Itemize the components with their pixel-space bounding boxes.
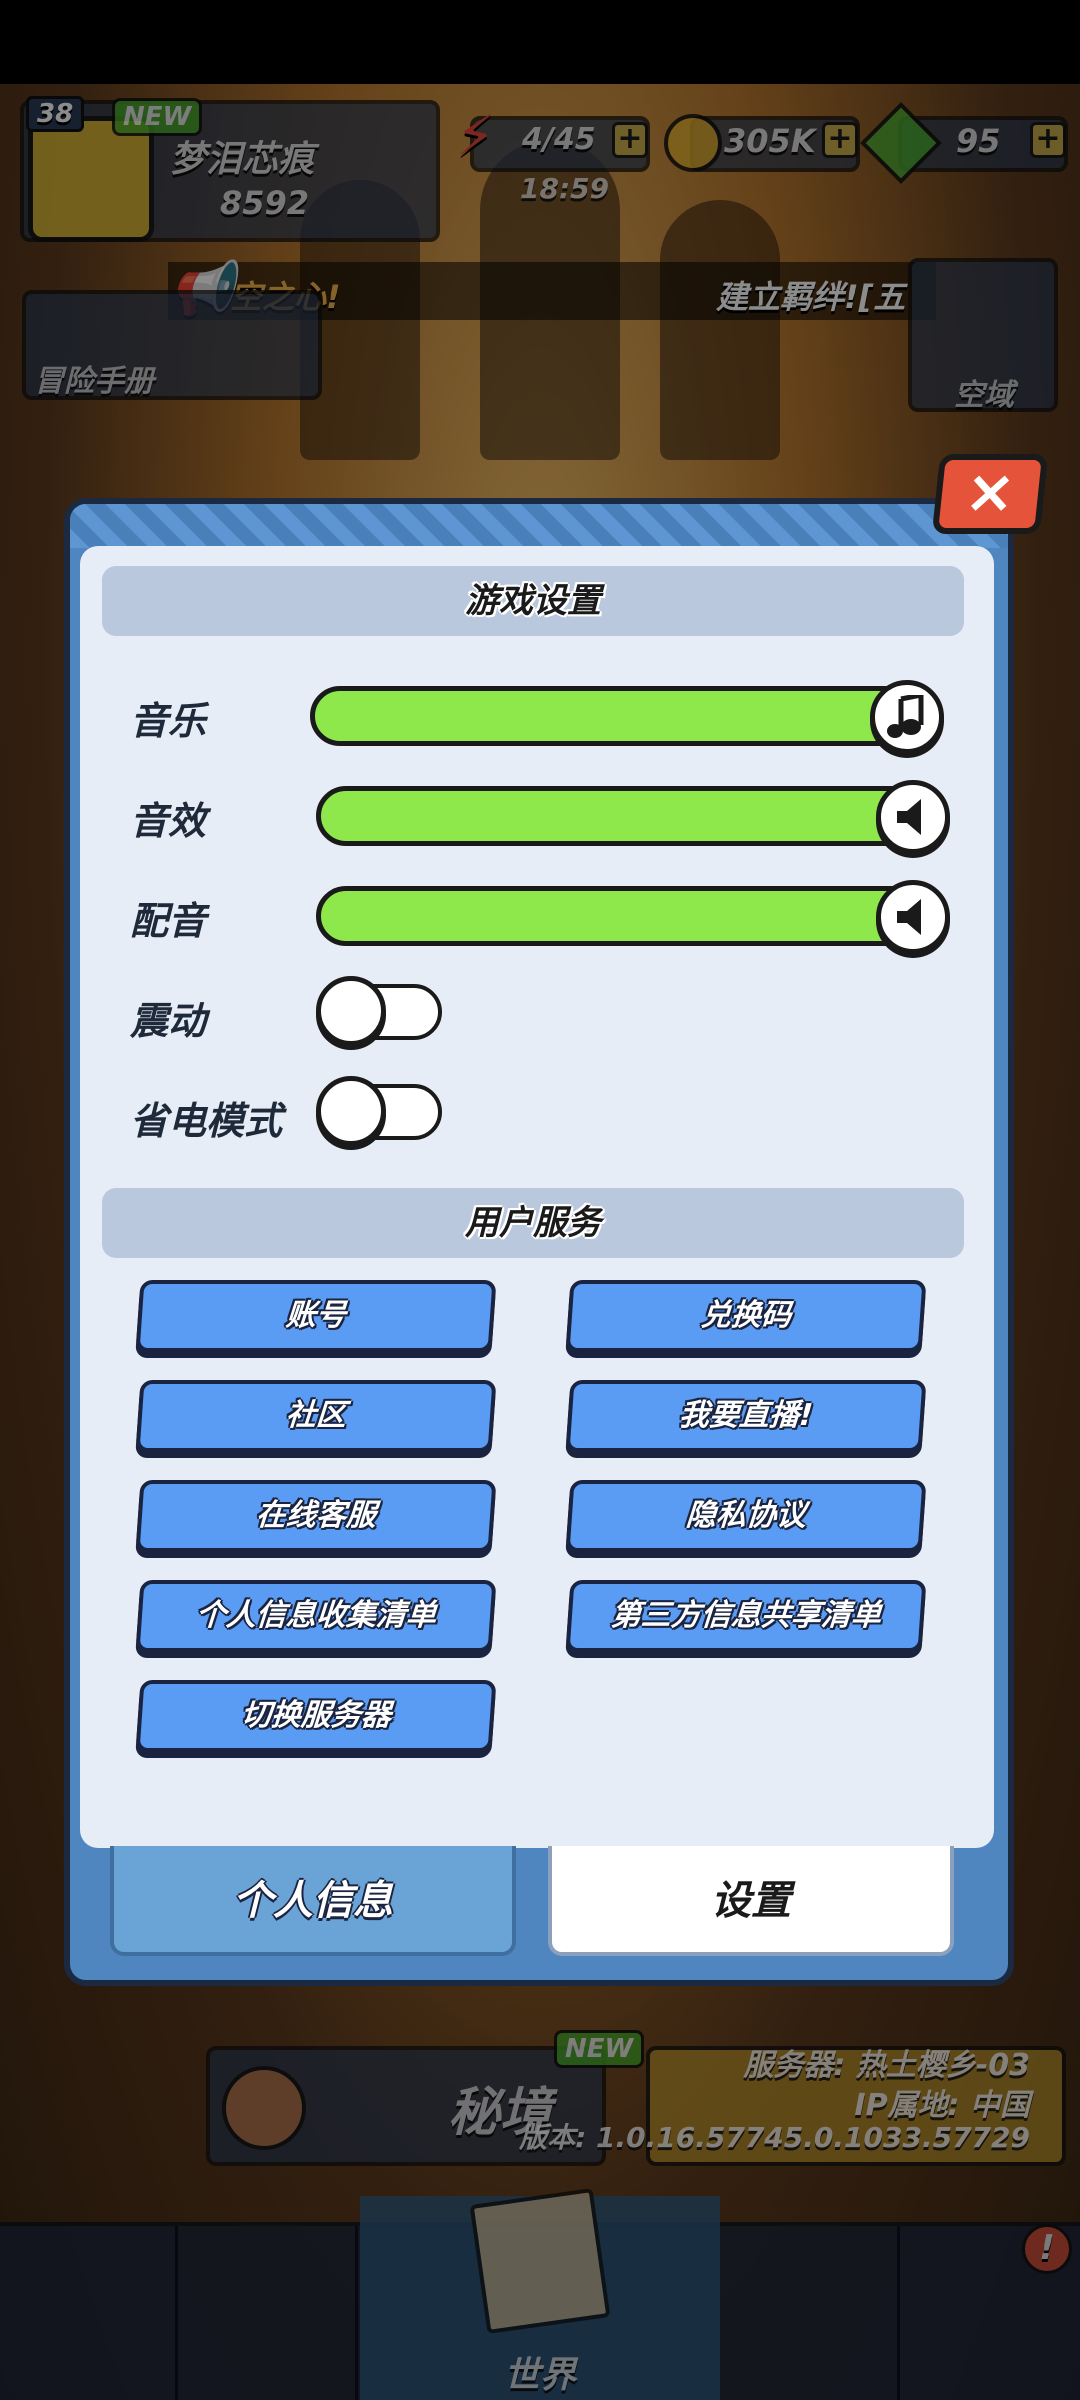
redeem-code-button[interactable]: 兑换码 (565, 1280, 927, 1352)
user-services-header: 用户服务 (102, 1188, 964, 1258)
music-slider-knob[interactable] (870, 680, 944, 754)
account-button[interactable]: 账号 (135, 1280, 497, 1352)
vibration-label: 震动 (130, 999, 207, 1043)
music-label: 音乐 (130, 699, 207, 743)
tab-settings[interactable]: 设置 (548, 1846, 954, 1956)
sfx-slider-knob[interactable] (876, 780, 950, 854)
livestream-button[interactable]: 我要直播! (565, 1380, 927, 1452)
voice-label: 配音 (130, 899, 207, 943)
sfx-label: 音效 (130, 799, 207, 843)
customer-service-button[interactable]: 在线客服 (135, 1480, 497, 1552)
close-button[interactable]: × (931, 454, 1049, 534)
music-note-icon (887, 695, 924, 738)
power-saving-toggle-knob[interactable] (316, 1076, 386, 1146)
power-saving-label: 省电模式 (130, 1099, 283, 1143)
game-settings-header: 游戏设置 (102, 566, 964, 636)
third-party-sharing-button[interactable]: 第三方信息共享清单 (565, 1580, 927, 1652)
sfx-slider[interactable] (316, 786, 946, 846)
voice-slider-knob[interactable] (876, 880, 950, 954)
personal-info-list-button[interactable]: 个人信息收集清单 (135, 1580, 497, 1652)
switch-server-button[interactable]: 切换服务器 (135, 1680, 497, 1752)
dialog-stripe (70, 504, 1008, 548)
speaker-icon (897, 799, 921, 835)
voice-slider[interactable] (316, 886, 946, 946)
privacy-policy-button[interactable]: 隐私协议 (565, 1480, 927, 1552)
community-button[interactable]: 社区 (135, 1380, 497, 1452)
status-bar (0, 0, 1080, 84)
speaker-icon (897, 899, 921, 935)
vibration-toggle-knob[interactable] (316, 976, 386, 1046)
tab-profile[interactable]: 个人信息 (110, 1846, 516, 1956)
music-slider[interactable] (310, 686, 940, 746)
